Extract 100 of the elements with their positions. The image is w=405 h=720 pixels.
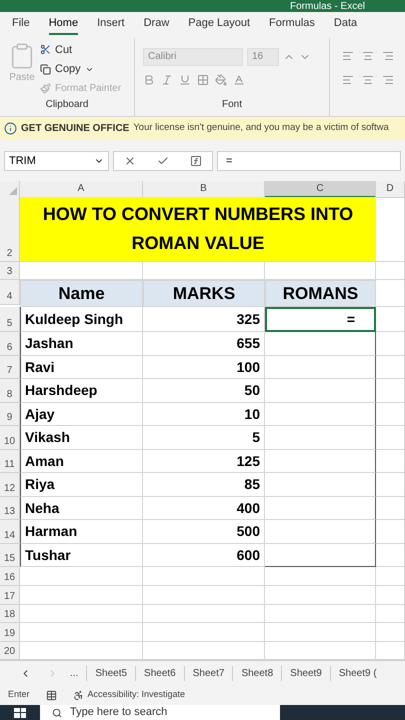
table-cell: 500 xyxy=(143,520,265,544)
table-cell: Neha xyxy=(20,496,143,520)
ribbon-tab[interactable]: Page Layout xyxy=(188,14,250,36)
align-bottom-icon[interactable] xyxy=(382,50,394,62)
status-mode: Enter xyxy=(8,688,30,702)
row-number: 6 xyxy=(0,332,20,356)
row-number: 9 xyxy=(0,402,20,426)
row-number: 10 xyxy=(0,426,20,450)
cut-label[interactable]: Cut xyxy=(55,42,72,58)
table-cell xyxy=(376,520,405,544)
table-cell: Harshdeep xyxy=(20,379,143,403)
row-number: 7 xyxy=(0,356,20,380)
table-cell xyxy=(376,496,405,520)
align-top-icon[interactable] xyxy=(342,50,354,62)
brush-icon[interactable] xyxy=(40,82,51,94)
row-number: 20 xyxy=(0,642,20,660)
column-heading: ROMANS xyxy=(265,280,376,308)
table-cell xyxy=(376,473,405,497)
table-cell: 10 xyxy=(143,402,265,426)
table-cell: 325 xyxy=(143,307,265,332)
table-cell: Ravi xyxy=(20,356,143,380)
sheet-tab[interactable]: Sheet7 xyxy=(184,666,232,681)
table-cell: 600 xyxy=(143,544,265,568)
ribbon-tab[interactable]: Home xyxy=(48,14,78,36)
table-cell xyxy=(376,586,405,605)
window-title: Formulas - Excel xyxy=(290,2,365,12)
row-number: 4 xyxy=(0,280,20,305)
accessibility-icon[interactable] xyxy=(72,690,84,701)
table-cell xyxy=(376,544,405,568)
row-number: 17 xyxy=(0,586,20,605)
function-icon[interactable] xyxy=(190,155,202,168)
column-header[interactable]: D xyxy=(376,180,405,198)
title-cell: HOW TO CONVERT NUMBERS INTO ROMAN VALUE xyxy=(20,196,376,262)
table-cell xyxy=(376,567,405,586)
ribbon-tab[interactable]: Data xyxy=(334,14,358,36)
accessibility-status[interactable]: Accessibility: Investigate xyxy=(88,688,186,702)
table-cell xyxy=(376,262,405,280)
table-cell: 50 xyxy=(143,379,265,403)
column-header[interactable]: C xyxy=(265,180,376,198)
row-number: 3 xyxy=(0,262,20,280)
select-all-icon[interactable] xyxy=(9,186,17,195)
row-number: 19 xyxy=(0,623,20,642)
table-cell: Riya xyxy=(20,473,143,497)
table-cell: Tushar xyxy=(20,544,143,568)
table-cell: 85 xyxy=(143,473,265,497)
row-number: 5 xyxy=(0,307,20,332)
underline-icon[interactable] xyxy=(179,74,191,86)
cut-icon[interactable] xyxy=(40,44,51,56)
align-center-icon[interactable] xyxy=(362,74,374,86)
table-cell xyxy=(376,280,405,308)
ribbon-tab[interactable]: File xyxy=(12,14,30,36)
table-cell xyxy=(376,356,405,380)
align-middle-icon[interactable] xyxy=(362,50,374,62)
italic-icon[interactable] xyxy=(161,74,173,86)
windows-icon[interactable] xyxy=(14,708,26,718)
ribbon-tab[interactable]: Insert xyxy=(97,14,125,36)
row-number: 12 xyxy=(0,473,20,497)
cancel-icon[interactable] xyxy=(124,155,136,168)
table-cell: Aman xyxy=(20,450,143,474)
copy-label[interactable]: Copy xyxy=(55,61,81,78)
sheet-tab[interactable]: Sheet9 xyxy=(281,666,330,681)
sheet-view-icon[interactable] xyxy=(46,690,57,701)
row-number: 8 xyxy=(0,379,20,403)
sheet-tab[interactable]: Sheet5 xyxy=(86,666,136,681)
sheet-tab[interactable]: Sheet6 xyxy=(135,666,184,681)
row-number: 2 xyxy=(0,196,20,262)
ribbon-tab[interactable]: Draw xyxy=(144,14,170,36)
align-left-icon[interactable] xyxy=(342,74,354,86)
copy-icon[interactable] xyxy=(40,64,51,75)
taskbar-search-field[interactable]: Type here to search xyxy=(40,705,280,720)
borders-icon[interactable] xyxy=(197,74,209,86)
table-cell xyxy=(376,604,405,624)
table-cell: Ajay xyxy=(20,402,143,426)
ribbon-tab[interactable]: Formulas xyxy=(269,14,315,36)
sheet-tab[interactable]: ... xyxy=(62,666,86,681)
table-cell xyxy=(376,332,405,356)
name-box[interactable]: TRIM xyxy=(4,151,109,172)
align-right-icon[interactable] xyxy=(382,74,394,86)
info-message: Your license isn't genuine, and you may be a victim of softwa xyxy=(133,120,389,135)
table-cell xyxy=(376,402,405,426)
font-color-icon[interactable] xyxy=(233,74,245,86)
sheet-tab[interactable]: Sheet9 ( xyxy=(330,666,385,681)
formula-field[interactable]: = xyxy=(217,151,401,172)
row-number: 16 xyxy=(0,567,20,586)
table-cell: = xyxy=(265,307,376,332)
row-number: 18 xyxy=(0,604,20,624)
table-cell: Jashan xyxy=(20,332,143,356)
row-number: 11 xyxy=(0,450,20,474)
group-label: Font xyxy=(220,98,243,112)
bold-icon[interactable] xyxy=(143,74,155,86)
row-number: 14 xyxy=(0,520,20,544)
table-cell: 100 xyxy=(143,356,265,380)
fill-color-icon[interactable] xyxy=(215,74,227,86)
table-cell xyxy=(376,623,405,642)
table-cell: Kuldeep Singh xyxy=(20,307,143,332)
table-cell: 5 xyxy=(143,426,265,450)
group-label: Clipboard xyxy=(44,98,90,112)
sheet-tab[interactable]: Sheet8 xyxy=(232,666,282,681)
search-icon xyxy=(52,708,62,718)
table-cell: Vikash xyxy=(20,426,143,450)
